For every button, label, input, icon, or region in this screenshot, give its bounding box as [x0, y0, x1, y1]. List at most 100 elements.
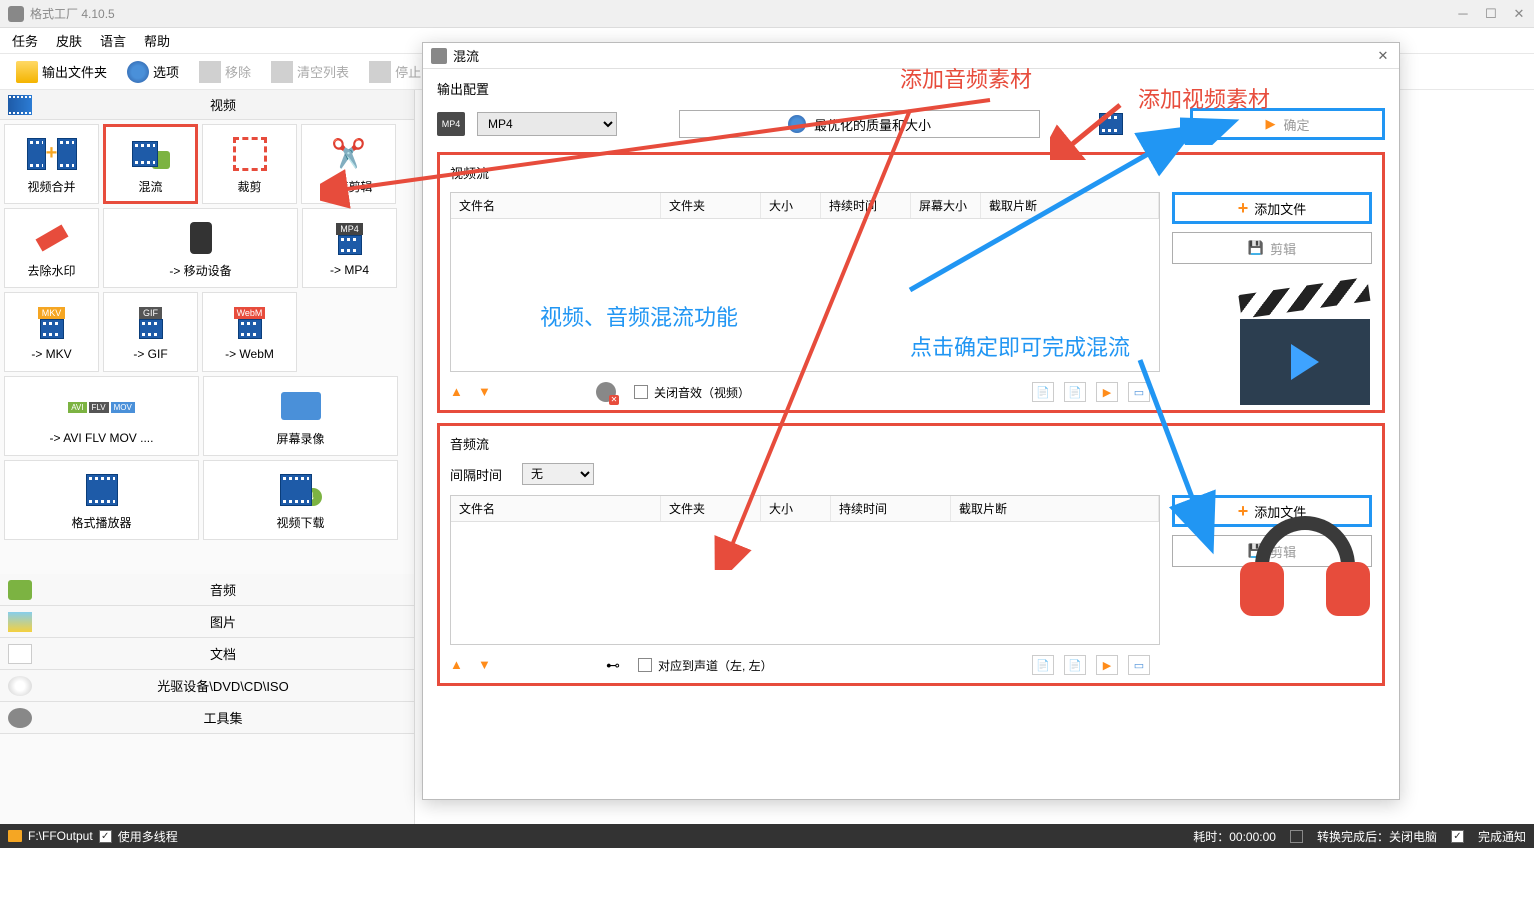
mute-checkbox[interactable]: [634, 385, 648, 399]
clapperboard-icon: [1240, 295, 1370, 405]
interval-label: 间隔时间: [450, 465, 502, 484]
category-video[interactable]: 视频: [0, 90, 414, 120]
jack-icon: ⊷: [606, 657, 620, 674]
notify-checkbox[interactable]: ✓: [1451, 830, 1464, 843]
move-up-button[interactable]: ▲: [450, 384, 466, 400]
channel-checkbox[interactable]: [638, 658, 652, 672]
move-down-button[interactable]: ▼: [478, 657, 494, 673]
category-disc[interactable]: 光驱设备\DVD\CD\ISO: [0, 670, 414, 702]
item-crop[interactable]: 裁剪: [202, 124, 297, 204]
category-document[interactable]: 文档: [0, 638, 414, 670]
film-icon: [139, 319, 163, 339]
statusbar: F:\FFOutput ✓ 使用多线程 耗时：00:00:00 转换完成后：关闭…: [0, 824, 1534, 848]
output-folder-button[interactable]: 输出文件夹: [8, 57, 115, 87]
film-icon: [27, 138, 46, 170]
folder-icon: [8, 830, 22, 842]
film-icon: [1099, 113, 1123, 135]
maximize-button[interactable]: ☐: [1484, 7, 1498, 21]
item-gif[interactable]: GIF -> GIF: [103, 292, 198, 372]
btn-info[interactable]: ▭: [1128, 382, 1150, 402]
multithread-checkbox[interactable]: ✓: [99, 830, 112, 843]
save-icon: 💾: [1248, 240, 1264, 256]
mute-icon: ✕: [596, 382, 616, 402]
image-category-icon: [8, 612, 32, 632]
move-up-button[interactable]: ▲: [450, 657, 466, 673]
menu-task[interactable]: 任务: [12, 31, 38, 50]
btn-b[interactable]: 📄: [1064, 382, 1086, 402]
crop-icon: [233, 137, 267, 171]
video-file-table[interactable]: 文件名 文件夹 大小 持续时间 屏幕大小 截取片断: [450, 192, 1160, 372]
btn-play2[interactable]: ▶: [1096, 655, 1118, 675]
screen-icon: [281, 392, 321, 420]
minimize-button[interactable]: ─: [1456, 7, 1470, 21]
stop-icon: [369, 61, 391, 83]
add-video-file-button[interactable]: + 添加文件: [1172, 192, 1372, 224]
format-select[interactable]: MP4: [477, 112, 617, 136]
disc-category-icon: [8, 676, 32, 696]
video-stream-section: 视频流 文件名 文件夹 大小 持续时间 屏幕大小 截取片断: [437, 152, 1385, 413]
category-tools[interactable]: 工具集: [0, 702, 414, 734]
edit-video-button[interactable]: 💾 剪辑: [1172, 232, 1372, 264]
dialog-close-button[interactable]: ✕: [1375, 48, 1391, 64]
audio-category-icon: [8, 580, 32, 600]
confirm-button[interactable]: ▶ 确定: [1190, 108, 1385, 140]
interval-select[interactable]: 无: [522, 463, 594, 485]
category-image[interactable]: 图片: [0, 606, 414, 638]
item-mobile[interactable]: -> 移动设备: [103, 208, 298, 288]
item-mux[interactable]: 混流: [103, 124, 198, 204]
elapsed-time: 耗时：00:00:00: [1193, 828, 1276, 845]
item-video-merge[interactable]: + 视频合并: [4, 124, 99, 204]
close-button[interactable]: ✕: [1512, 7, 1526, 21]
play-icon: ▶: [1265, 116, 1275, 132]
eraser-icon: [35, 224, 68, 251]
dialog-titlebar: 混流 ✕: [423, 43, 1399, 69]
remove-icon: [199, 61, 221, 83]
webm-badge-icon: WebM: [234, 307, 266, 319]
plus-icon: +: [1238, 198, 1249, 219]
options-button[interactable]: 选项: [119, 57, 187, 87]
item-mp4[interactable]: MP4 -> MP4: [302, 208, 397, 288]
item-webm[interactable]: WebM -> WebM: [202, 292, 297, 372]
tools-category-icon: [8, 708, 32, 728]
clear-list-button[interactable]: 清空列表: [263, 57, 357, 87]
btn-a[interactable]: 📄: [1032, 382, 1054, 402]
gear-icon: [788, 115, 806, 133]
menu-skin[interactable]: 皮肤: [56, 31, 82, 50]
btn-b2[interactable]: 📄: [1064, 655, 1086, 675]
item-download[interactable]: ↓ 视频下载: [203, 460, 398, 540]
app-title: 格式工厂 4.10.5: [30, 5, 1456, 22]
output-path[interactable]: F:\FFOutput: [28, 829, 93, 843]
item-remove-watermark[interactable]: 去除水印: [4, 208, 99, 288]
category-audio[interactable]: 音频: [0, 574, 414, 606]
app-icon: [8, 6, 24, 22]
sidebar: 视频 + 视频合并 混流 裁剪 ✂️ 快速剪辑 去除水印: [0, 90, 415, 845]
item-mkv[interactable]: MKV -> MKV: [4, 292, 99, 372]
btn-a2[interactable]: 📄: [1032, 655, 1054, 675]
audio-file-table[interactable]: 文件名 文件夹 大小 持续时间 截取片断: [450, 495, 1160, 645]
quality-button[interactable]: 最优化的质量和大小: [679, 110, 1040, 138]
headphones-icon: [1240, 516, 1370, 636]
move-down-button[interactable]: ▼: [478, 384, 494, 400]
item-quick-cut[interactable]: ✂️ 快速剪辑: [301, 124, 396, 204]
dialog-icon: [431, 48, 447, 64]
remove-button[interactable]: 移除: [191, 57, 259, 87]
btn-info2[interactable]: ▭: [1128, 655, 1150, 675]
titlebar: 格式工厂 4.10.5 ─ ☐ ✕: [0, 0, 1534, 28]
item-screen-record[interactable]: 屏幕录像: [203, 376, 398, 456]
menu-help[interactable]: 帮助: [144, 31, 170, 50]
mobile-icon: [190, 222, 212, 254]
menu-language[interactable]: 语言: [100, 31, 126, 50]
film-icon: [338, 235, 362, 255]
btn-play[interactable]: ▶: [1096, 382, 1118, 402]
film-icon: [280, 474, 312, 506]
scissors-icon: ✂️: [331, 137, 366, 170]
stop-button[interactable]: 停止: [361, 57, 429, 87]
video-category-icon: [8, 95, 32, 115]
item-player[interactable]: 格式播放器: [4, 460, 199, 540]
film-icon: [132, 141, 158, 167]
mux-dialog: 混流 ✕ 输出配置 MP4 MP4 最优化的质量和大小 ▶ 确定: [422, 42, 1400, 800]
folder-icon: [16, 61, 38, 83]
format-badge-icon: MP4: [437, 112, 465, 136]
shutdown-checkbox[interactable]: [1290, 830, 1303, 843]
item-avi-flv-mov[interactable]: AVIFLVMOV -> AVI FLV MOV ....: [4, 376, 199, 456]
